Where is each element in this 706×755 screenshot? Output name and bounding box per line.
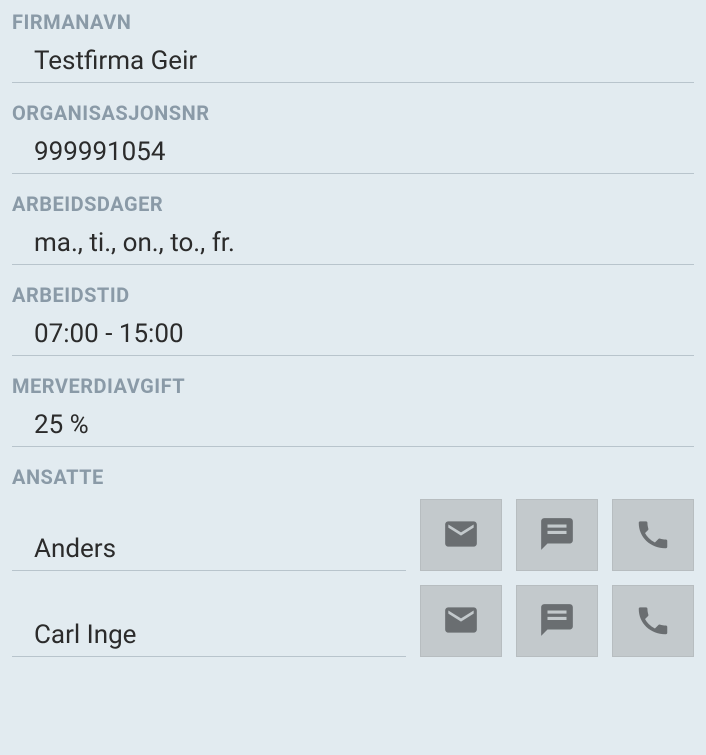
email-button[interactable] (420, 585, 502, 657)
call-button[interactable] (612, 499, 694, 571)
employee-name-input[interactable]: Carl Inge (12, 602, 406, 657)
employees-section: ANSATTE Anders Carl Inge (12, 465, 694, 657)
employees-label: ANSATTE (12, 465, 694, 489)
employee-row: Carl Inge (12, 585, 694, 657)
vat-group: MERVERDIAVGIFT 25 % (12, 374, 694, 447)
call-button[interactable] (612, 585, 694, 657)
employee-name-input[interactable]: Anders (12, 516, 406, 571)
org-number-label: ORGANISASJONSNR (12, 101, 694, 125)
org-number-input[interactable]: 999991054 (12, 135, 694, 174)
vat-label: MERVERDIAVGIFT (12, 374, 694, 398)
workdays-group: ARBEIDSDAGER ma., ti., on., to., fr. (12, 192, 694, 265)
mail-icon (442, 601, 480, 642)
worktime-label: ARBEIDSTID (12, 283, 694, 307)
employee-row: Anders (12, 499, 694, 571)
workdays-label: ARBEIDSDAGER (12, 192, 694, 216)
phone-icon (634, 515, 672, 556)
company-name-input[interactable]: Testfirma Geir (12, 44, 694, 83)
company-name-label: FIRMANAVN (12, 10, 694, 34)
email-button[interactable] (420, 499, 502, 571)
sms-button[interactable] (516, 585, 598, 657)
mail-icon (442, 515, 480, 556)
org-number-group: ORGANISASJONSNR 999991054 (12, 101, 694, 174)
sms-button[interactable] (516, 499, 598, 571)
company-name-group: FIRMANAVN Testfirma Geir (12, 10, 694, 83)
worktime-group: ARBEIDSTID 07:00 - 15:00 (12, 283, 694, 356)
vat-input[interactable]: 25 % (12, 408, 694, 447)
phone-icon (634, 601, 672, 642)
employees-list: Anders Carl Inge (12, 499, 694, 657)
chat-icon (538, 601, 576, 642)
chat-icon (538, 515, 576, 556)
workdays-input[interactable]: ma., ti., on., to., fr. (12, 226, 694, 265)
worktime-input[interactable]: 07:00 - 15:00 (12, 317, 694, 356)
